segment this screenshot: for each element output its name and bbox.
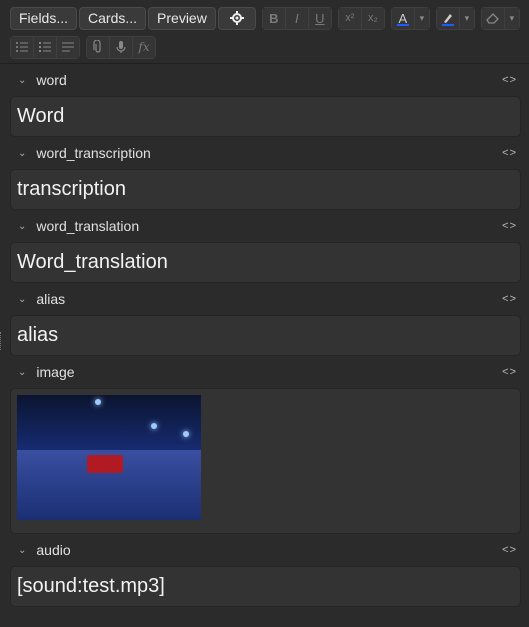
subscript-button[interactable]: x₂ xyxy=(360,6,385,30)
align-icon[interactable] xyxy=(56,35,80,59)
night-road-image[interactable] xyxy=(17,395,201,520)
chevron-down-icon[interactable]: ⌄ xyxy=(18,75,26,86)
field-input[interactable] xyxy=(10,388,521,534)
italic-button[interactable]: I xyxy=(284,6,309,30)
street-light xyxy=(151,423,157,429)
street-light xyxy=(183,431,189,437)
html-toggle-icon[interactable]: <> xyxy=(502,74,517,86)
html-toggle-icon[interactable]: <> xyxy=(502,293,517,305)
text-color-button[interactable]: A xyxy=(390,6,415,30)
superscript-button[interactable]: x² xyxy=(337,6,362,30)
formula-icon[interactable]: fx xyxy=(132,35,156,59)
html-toggle-icon[interactable]: <> xyxy=(502,220,517,232)
gear-icon[interactable] xyxy=(217,6,256,30)
field-word: ⌄ word <> Word xyxy=(10,64,521,137)
field-word-transcription: ⌄ word_transcription <> transcription xyxy=(10,137,521,210)
chevron-down-icon[interactable]: ⌄ xyxy=(18,367,26,378)
street-light xyxy=(95,399,101,405)
editor-toolbar: Fields... Cards... Preview B I U x² x₂ A… xyxy=(0,0,529,64)
eraser-icon[interactable] xyxy=(480,6,505,30)
chevron-down-icon[interactable]: ▾ xyxy=(458,6,475,30)
chevron-down-icon[interactable]: ⌄ xyxy=(18,148,26,159)
field-label: word_transcription xyxy=(36,145,151,161)
chevron-down-icon[interactable]: ▾ xyxy=(413,6,430,30)
field-input[interactable]: [sound:test.mp3] xyxy=(10,566,521,607)
chevron-down-icon[interactable]: ⌄ xyxy=(18,221,26,232)
html-toggle-icon[interactable]: <> xyxy=(502,366,517,378)
cards-button[interactable]: Cards... xyxy=(79,6,147,30)
bold-button[interactable]: B xyxy=(261,6,286,30)
resize-handle[interactable] xyxy=(0,332,2,350)
field-input[interactable]: Word xyxy=(10,96,521,137)
field-audio: ⌄ audio <> [sound:test.mp3] xyxy=(10,534,521,607)
field-word-translation: ⌄ word_translation <> Word_translation xyxy=(10,210,521,283)
field-label: word_translation xyxy=(36,218,140,234)
fields-list: ⌄ word <> Word ⌄ word_transcription <> tra… xyxy=(0,64,529,607)
html-toggle-icon[interactable]: <> xyxy=(502,544,517,556)
html-toggle-icon[interactable]: <> xyxy=(502,147,517,159)
field-image: ⌄ image <> xyxy=(10,356,521,534)
preview-button[interactable]: Preview xyxy=(148,6,216,30)
fields-button[interactable]: Fields... xyxy=(10,6,78,30)
car-shape xyxy=(87,455,123,473)
chevron-down-icon[interactable]: ⌄ xyxy=(18,545,26,556)
field-label: audio xyxy=(36,542,71,558)
microphone-icon[interactable] xyxy=(109,35,133,59)
chevron-down-icon[interactable]: ⌄ xyxy=(18,294,26,305)
field-label: alias xyxy=(36,291,66,307)
field-label: image xyxy=(36,364,75,380)
bullet-list-icon[interactable] xyxy=(10,35,34,59)
highlight-icon[interactable] xyxy=(435,6,460,30)
field-input[interactable]: transcription xyxy=(10,169,521,210)
paperclip-icon[interactable] xyxy=(86,35,110,59)
field-input[interactable]: alias xyxy=(10,315,521,356)
numbered-list-icon[interactable] xyxy=(33,35,57,59)
field-label: word xyxy=(36,72,67,88)
underline-button[interactable]: U xyxy=(307,6,332,30)
chevron-down-icon[interactable]: ▾ xyxy=(503,6,520,30)
field-input[interactable]: Word_translation xyxy=(10,242,521,283)
field-alias: ⌄ alias <> alias xyxy=(10,283,521,356)
